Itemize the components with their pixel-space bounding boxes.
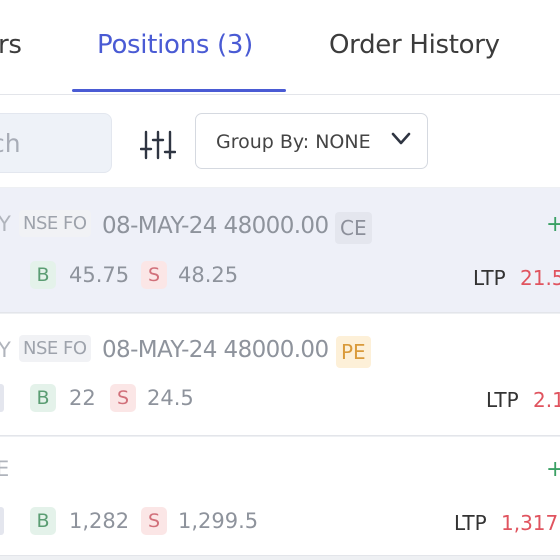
group-by-label: Group By: xyxy=(216,131,310,153)
buy-tag: B xyxy=(30,261,56,289)
sliders-icon[interactable] xyxy=(140,130,176,160)
contract-details: 08-MAY-24 48000.00 xyxy=(102,337,329,363)
sell-price: 48.25 xyxy=(178,263,239,287)
pnl-sign: + xyxy=(546,212,560,237)
ltp-value: 2.1 xyxy=(533,388,560,412)
ltp-value: 21.5 xyxy=(520,266,560,290)
exchange-badge: NSE FO xyxy=(19,210,91,237)
position-row[interactable]: E + B 1,282 S 1,299.5 LTP 1,317. xyxy=(0,437,560,556)
sell-tag: S xyxy=(141,261,167,289)
group-by-dropdown[interactable]: Group By: NONE xyxy=(195,113,428,169)
symbol-name: Y xyxy=(0,212,11,236)
ltp-label: LTP xyxy=(473,266,506,290)
buy-price: 45.75 xyxy=(69,263,130,287)
symbol-name: Y xyxy=(0,338,11,362)
ltp-label: LTP xyxy=(454,511,487,535)
position-row[interactable]: Y NSE FO 08-MAY-24 48000.00 CE + B 45.75… xyxy=(0,188,560,313)
option-type-badge: CE xyxy=(335,212,372,244)
buy-price: 22 xyxy=(69,386,96,410)
active-tab-indicator xyxy=(72,89,286,92)
positions-screen: rs Positions (3) Order History Group By:… xyxy=(0,0,560,560)
buy-tag: B xyxy=(30,384,56,412)
chevron-down-icon xyxy=(391,132,411,145)
group-by-value: NONE xyxy=(315,131,371,153)
exchange-badge: NSE FO xyxy=(19,335,91,362)
search-input[interactable] xyxy=(0,114,111,172)
group-by-text: Group By: NONE xyxy=(216,131,371,153)
symbol-name: E xyxy=(0,457,10,481)
option-type-badge: PE xyxy=(336,336,371,368)
search-box xyxy=(0,113,112,173)
buy-tag: B xyxy=(30,507,56,535)
sell-tag: S xyxy=(110,384,136,412)
tab-positions[interactable]: Positions (3) xyxy=(97,30,253,60)
sell-price: 24.5 xyxy=(147,386,194,410)
row-quantity-badge xyxy=(0,384,4,412)
buy-price: 1,282 xyxy=(69,509,130,533)
ltp-value: 1,317. xyxy=(501,511,560,535)
position-row[interactable]: Y NSE FO 08-MAY-24 48000.00 PE B 22 S 24… xyxy=(0,314,560,436)
row-quantity-badge xyxy=(0,507,4,535)
tab-bar: rs Positions (3) Order History xyxy=(0,0,560,95)
contract-details: 08-MAY-24 48000.00 xyxy=(102,213,329,239)
tab-order-history[interactable]: Order History xyxy=(329,30,500,60)
sell-price: 1,299.5 xyxy=(178,509,259,533)
tab-orders[interactable]: rs xyxy=(0,30,22,60)
sell-tag: S xyxy=(141,507,167,535)
pnl-sign: + xyxy=(546,457,560,482)
ltp-label: LTP xyxy=(486,388,519,412)
